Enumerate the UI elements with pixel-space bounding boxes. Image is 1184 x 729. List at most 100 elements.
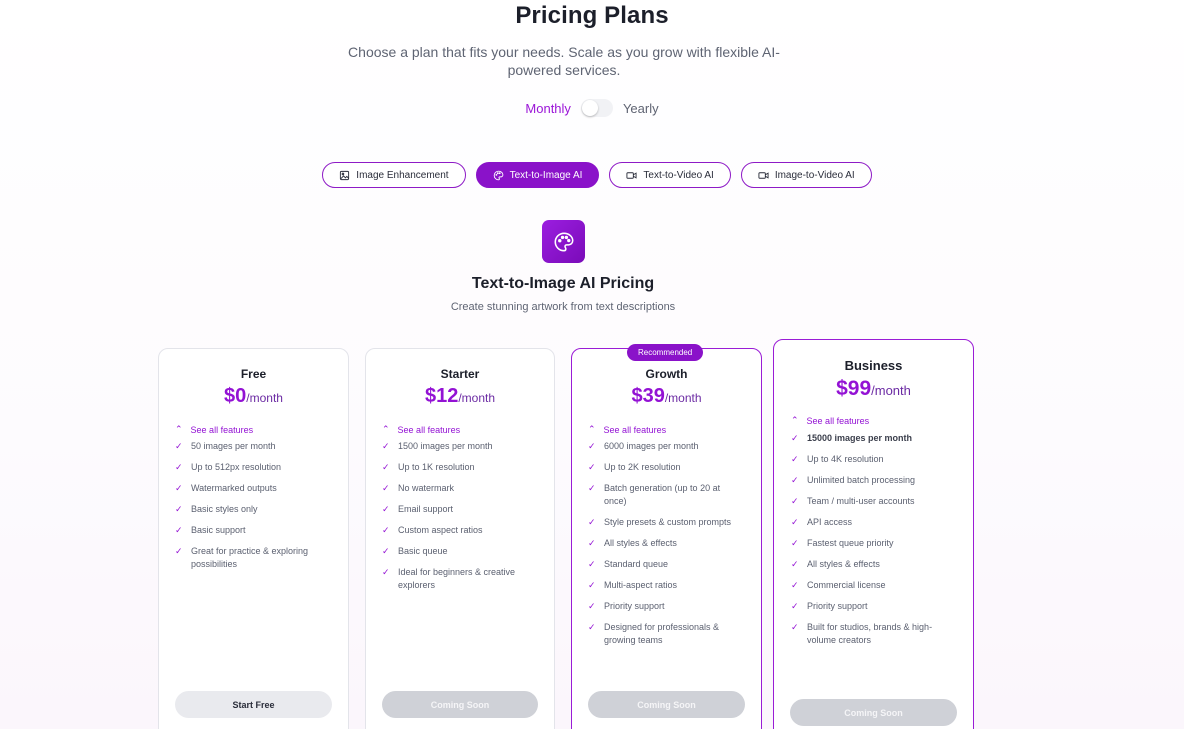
check-icon: ✓: [791, 496, 799, 506]
check-icon: ✓: [175, 483, 183, 493]
feature-text: Priority support: [604, 601, 665, 611]
plan-price: $0/month: [175, 385, 332, 408]
tab-image-enhancement[interactable]: Image Enhancement: [322, 162, 466, 188]
feature-list: ✓ 6000 images per month ✓ Up to 2K resolut…: [588, 440, 745, 647]
feature-text: 1500 images per month: [398, 441, 493, 451]
coming-soon-button[interactable]: Coming Soon: [382, 691, 538, 718]
check-icon: ✓: [588, 622, 596, 632]
chevron-up-icon: ⌃: [382, 424, 390, 434]
plan-price: $99/month: [791, 377, 956, 401]
feature-item: ✓ 15000 images per month: [791, 432, 956, 445]
tab-text-to-image[interactable]: Text-to-Image AI: [475, 162, 600, 188]
see-all-features-toggle[interactable]: ⌃ See all features: [382, 424, 538, 435]
tab-text-to-video[interactable]: Text-to-Video AI: [609, 162, 731, 188]
coming-soon-button[interactable]: Coming Soon: [790, 699, 957, 726]
feature-item: ✓ Watermarked outputs: [175, 482, 332, 495]
price-amount: $12: [424, 385, 459, 407]
check-icon: ✓: [588, 462, 596, 472]
see-all-label: See all features: [603, 424, 667, 435]
check-icon: ✓: [791, 433, 799, 443]
feature-text: Custom aspect ratios: [398, 525, 483, 535]
feature-item: ✓ Great for practice & exploring possibil…: [175, 545, 332, 571]
chevron-up-icon: ⌃: [175, 424, 183, 434]
feature-item: ✓ Basic styles only: [175, 503, 332, 516]
feature-item: ✓ Priority support: [588, 600, 745, 613]
feature-text: Watermarked outputs: [191, 483, 277, 493]
plan-card-business: Business $99/month ⌃ See all features ✓ 15…: [773, 339, 974, 729]
check-icon: ✓: [382, 441, 390, 451]
feature-item: ✓ Basic queue: [382, 545, 538, 558]
image-icon: [340, 170, 350, 180]
feature-text: Great for practice & exploring possibili…: [191, 546, 309, 569]
feature-text: Team / multi-user accounts: [807, 496, 915, 506]
billing-monthly-label[interactable]: Monthly: [525, 101, 571, 116]
feature-item: ✓ Up to 512px resolution: [175, 461, 332, 474]
see-all-label: See all features: [397, 424, 461, 435]
tab-label: Text-to-Video AI: [643, 169, 714, 181]
category-description: Create stunning artwork from text descri…: [450, 301, 676, 313]
price-period: /month: [871, 383, 911, 398]
feature-text: Up to 512px resolution: [191, 462, 282, 472]
check-icon: ✓: [791, 454, 799, 464]
feature-item: ✓ Up to 1K resolution: [382, 461, 538, 474]
feature-text: Standard queue: [604, 559, 669, 569]
video-icon: [758, 171, 769, 179]
feature-text: API access: [807, 517, 853, 527]
check-icon: ✓: [382, 546, 390, 556]
category-tabs: Image Enhancement Text-to-Image AI Text-…: [0, 162, 1184, 188]
feature-text: Built for studios, brands & high-volume …: [807, 622, 933, 645]
palette-icon: [554, 232, 573, 251]
feature-text: Basic support: [191, 525, 246, 535]
see-all-features-toggle[interactable]: ⌃ See all features: [175, 424, 332, 435]
category-title: Text-to-Image AI Pricing: [471, 275, 655, 292]
tab-label: Text-to-Image AI: [509, 169, 583, 181]
feature-item: ✓ Fastest queue priority: [791, 537, 956, 550]
price-period: /month: [246, 391, 283, 405]
plan-name: Free: [240, 367, 267, 381]
feature-item: ✓ 6000 images per month: [588, 440, 745, 453]
feature-item: ✓ Up to 4K resolution: [791, 453, 956, 466]
check-icon: ✓: [791, 601, 799, 611]
see-all-label: See all features: [806, 415, 870, 426]
check-icon: ✓: [382, 483, 390, 493]
plan-card-free: Free $0/month ⌃ See all features ✓ 50 imag…: [158, 348, 349, 729]
price-period: /month: [458, 391, 496, 405]
feature-item: ✓ Designed for professionals & growing te…: [588, 621, 745, 647]
chevron-up-icon: ⌃: [588, 424, 596, 434]
feature-text: Unlimited batch processing: [807, 475, 916, 485]
billing-yearly-label[interactable]: Yearly: [623, 101, 659, 116]
billing-toggle[interactable]: [580, 99, 613, 117]
palette-icon: [493, 170, 503, 180]
feature-text: Ideal for beginners & creative explorers: [398, 567, 516, 590]
start-free-button[interactable]: Start Free: [175, 691, 332, 718]
recommended-badge: Recommended: [627, 344, 704, 361]
feature-text: 50 images per month: [191, 441, 276, 451]
feature-text: Email support: [398, 504, 454, 514]
check-icon: ✓: [588, 538, 596, 548]
check-icon: ✓: [382, 504, 390, 514]
plan-name: Starter: [440, 367, 480, 381]
toggle-knob: [581, 100, 598, 116]
category-icon: [542, 220, 585, 263]
check-icon: ✓: [588, 601, 596, 611]
price-amount: $39: [631, 385, 665, 407]
feature-text: Basic queue: [398, 546, 448, 556]
price-amount: $99: [836, 377, 872, 400]
feature-item: ✓ Up to 2K resolution: [588, 461, 745, 474]
see-all-features-toggle[interactable]: ⌃ See all features: [791, 415, 956, 426]
coming-soon-button[interactable]: Coming Soon: [588, 691, 745, 718]
plan-name: Business: [844, 358, 903, 373]
check-icon: ✓: [791, 538, 799, 548]
see-all-label: See all features: [190, 424, 254, 435]
feature-item: ✓ Multi-aspect ratios: [588, 579, 745, 592]
tab-label: Image Enhancement: [356, 169, 449, 181]
feature-item: ✓ Team / multi-user accounts: [791, 495, 956, 508]
feature-text: Up to 1K resolution: [398, 462, 475, 472]
feature-text: Fastest queue priority: [807, 538, 894, 548]
tab-image-to-video[interactable]: Image-to-Video AI: [740, 162, 872, 188]
feature-item: ✓ Priority support: [791, 600, 956, 613]
page-title: Pricing Plans: [515, 2, 669, 29]
see-all-features-toggle[interactable]: ⌃ See all features: [588, 424, 745, 435]
check-icon: ✓: [588, 580, 596, 590]
price-amount: $0: [224, 385, 247, 407]
